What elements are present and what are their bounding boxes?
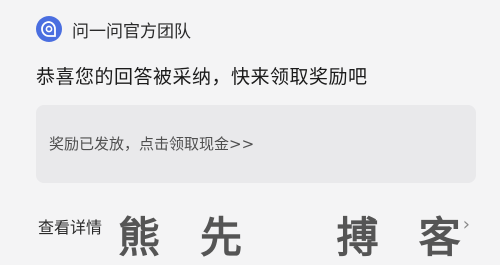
notification-card: 问一问官方团队 恭喜您的回答被采纳，快来领取奖励吧 奖励已发放，点击领取现金>>… (8, 0, 492, 262)
view-details-label: 查看详情 (38, 218, 103, 237)
sender-name: 问一问官方团队 (72, 21, 191, 42)
watermark: 熊先 搏客 (118, 213, 500, 262)
reward-text: 奖励已发放，点击领取现金>> (49, 135, 255, 153)
question-bubble-icon (41, 21, 56, 37)
sender-header: 问一问官方团队 (36, 14, 191, 44)
claim-reward-button[interactable]: 奖励已发放，点击领取现金>> (36, 105, 476, 183)
message-text: 恭喜您的回答被采纳，快来领取奖励吧 (36, 66, 368, 88)
avatar (36, 16, 62, 42)
